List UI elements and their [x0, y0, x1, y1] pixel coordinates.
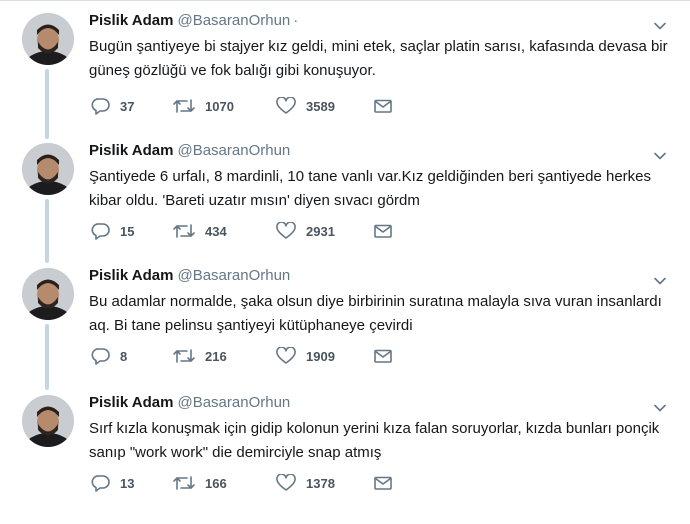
heart-icon: [276, 474, 296, 491]
avatar[interactable]: [22, 143, 74, 195]
avatar[interactable]: [22, 268, 74, 320]
heart-icon: [276, 222, 296, 239]
author-handle[interactable]: @BasaranOrhun: [177, 142, 290, 159]
reply-button[interactable]: 37: [91, 95, 134, 117]
avatar[interactable]: [22, 395, 74, 447]
author-handle[interactable]: @BasaranOrhun: [177, 267, 290, 284]
reply-icon: [91, 223, 110, 240]
thread-connector: [45, 324, 49, 390]
reply-count: 13: [120, 475, 135, 491]
reply-count: 15: [120, 223, 135, 239]
direct-message-button[interactable]: [373, 95, 402, 117]
chevron-down-icon[interactable]: [652, 400, 668, 416]
tweet-text: Bugün şantiyeye bi stajyer kız geldi, mi…: [89, 38, 668, 79]
envelope-icon: [374, 224, 392, 238]
tweet-header: Pislik Adam @BasaranOrhun: [89, 394, 290, 411]
like-button[interactable]: 1378: [275, 472, 335, 494]
tweet-text: Sırf kızla konuşmak için gidip kolonun y…: [89, 420, 660, 461]
retweet-button[interactable]: 166: [172, 472, 227, 494]
author-name[interactable]: Pislik Adam: [89, 12, 173, 29]
retweet-count: 216: [205, 348, 227, 364]
retweet-icon: [173, 476, 195, 490]
tweet-text: Şantiyede 6 urfalı, 8 mardinli, 10 tane …: [89, 168, 652, 209]
direct-message-button[interactable]: [373, 472, 402, 494]
tweet-header: Pislik Adam @BasaranOrhun ·: [89, 12, 298, 29]
reply-icon: [91, 348, 110, 365]
retweet-count: 166: [205, 475, 227, 491]
like-button[interactable]: 1909: [275, 345, 335, 367]
reply-icon: [91, 475, 110, 492]
retweet-count: 1070: [205, 98, 234, 114]
separator-dot: ·: [293, 12, 299, 29]
author-handle[interactable]: @BasaranOrhun: [177, 394, 290, 411]
reply-icon: [91, 98, 110, 115]
tweet-actions: 37 1070 3589: [89, 95, 409, 117]
heart-icon: [276, 97, 296, 114]
tweet-text: Bu adamlar normalde, şaka olsun diye bir…: [89, 293, 662, 334]
thread-connector: [45, 199, 49, 263]
retweet-count: 434: [205, 223, 227, 239]
chevron-down-icon[interactable]: [652, 273, 668, 289]
retweet-icon: [173, 224, 195, 238]
retweet-button[interactable]: 434: [172, 220, 227, 242]
tweet-actions: 15 434 2931: [89, 220, 409, 242]
reply-button[interactable]: 15: [91, 220, 134, 242]
author-handle[interactable]: @BasaranOrhun: [177, 12, 290, 29]
like-count: 1909: [306, 348, 335, 364]
heart-icon: [276, 347, 296, 364]
like-count: 3589: [306, 98, 335, 114]
envelope-icon: [374, 476, 392, 490]
retweet-button[interactable]: 216: [172, 345, 227, 367]
thread-connector: [45, 69, 49, 139]
tweet-header: Pislik Adam @BasaranOrhun: [89, 267, 290, 284]
tweet-thread: Pislik Adam @BasaranOrhun · Bugün şantiyey…: [0, 0, 690, 524]
direct-message-button[interactable]: [373, 220, 402, 242]
chevron-down-icon[interactable]: [652, 18, 668, 34]
author-name[interactable]: Pislik Adam: [89, 394, 173, 411]
author-name[interactable]: Pislik Adam: [89, 267, 173, 284]
chevron-down-icon[interactable]: [652, 148, 668, 164]
retweet-icon: [173, 99, 195, 113]
tweet-actions: 13 166 1378: [89, 472, 409, 494]
reply-count: 37: [120, 98, 135, 114]
like-button[interactable]: 2931: [275, 220, 335, 242]
like-button[interactable]: 3589: [275, 95, 335, 117]
envelope-icon: [374, 349, 392, 363]
direct-message-button[interactable]: [373, 345, 402, 367]
retweet-icon: [173, 349, 195, 363]
like-count: 1378: [306, 475, 335, 491]
like-count: 2931: [306, 223, 335, 239]
author-name[interactable]: Pislik Adam: [89, 142, 173, 159]
reply-button[interactable]: 8: [91, 345, 127, 367]
envelope-icon: [374, 99, 392, 113]
tweet-actions: 8 216 1909: [89, 345, 409, 367]
tweet-header: Pislik Adam @BasaranOrhun: [89, 142, 290, 159]
retweet-button[interactable]: 1070: [172, 95, 234, 117]
avatar[interactable]: [22, 13, 74, 65]
reply-button[interactable]: 13: [91, 472, 134, 494]
reply-count: 8: [120, 348, 128, 364]
